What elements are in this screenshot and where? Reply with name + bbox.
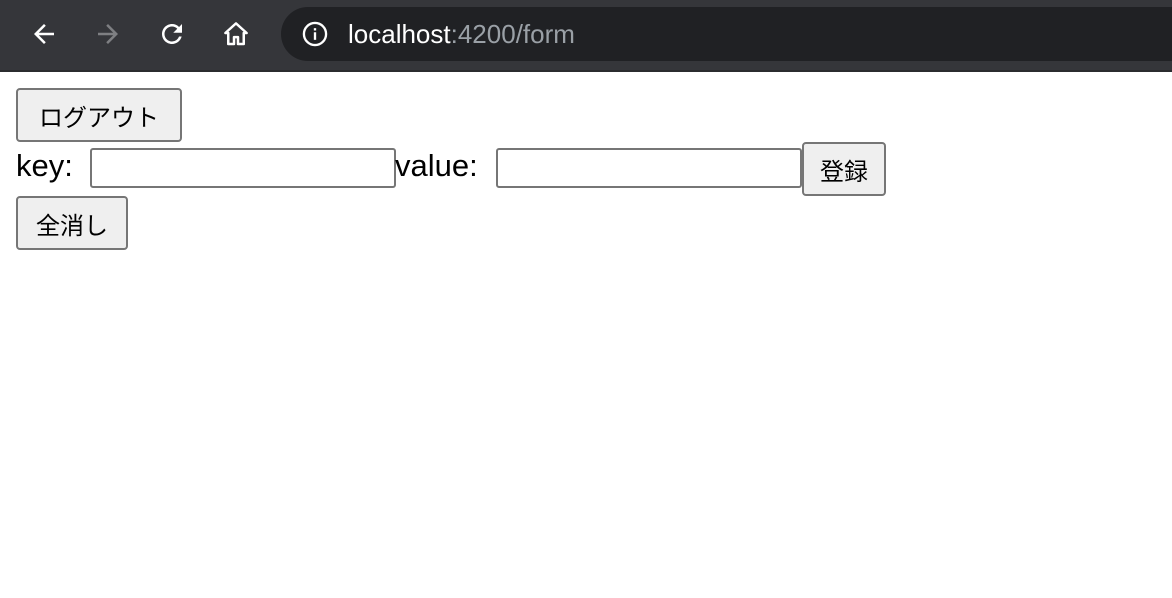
forward-button[interactable] xyxy=(88,14,128,54)
value-label: value: xyxy=(395,148,478,183)
browser-toolbar: localhost:4200/form xyxy=(0,0,1172,72)
logout-button[interactable]: ログアウト xyxy=(16,88,182,142)
url-host: localhost xyxy=(348,19,451,49)
back-button[interactable] xyxy=(24,14,64,54)
register-button[interactable]: 登録 xyxy=(802,142,886,196)
page-content: ログアウト key: value: 登録 全消し xyxy=(0,72,1172,598)
key-label: key: xyxy=(16,148,73,183)
reload-button[interactable] xyxy=(152,14,192,54)
url-text[interactable]: localhost:4200/form xyxy=(348,7,575,61)
arrow-right-icon xyxy=(98,24,118,44)
address-bar[interactable]: localhost:4200/form xyxy=(281,7,1172,61)
url-path: :4200/form xyxy=(450,19,575,49)
value-input[interactable] xyxy=(496,148,802,188)
info-icon[interactable] xyxy=(301,20,329,48)
reload-icon xyxy=(162,24,182,44)
home-button[interactable] xyxy=(216,14,256,54)
key-input[interactable] xyxy=(90,148,396,188)
arrow-left-icon xyxy=(34,24,54,44)
home-icon xyxy=(224,22,248,46)
clear-all-button[interactable]: 全消し xyxy=(16,196,128,250)
